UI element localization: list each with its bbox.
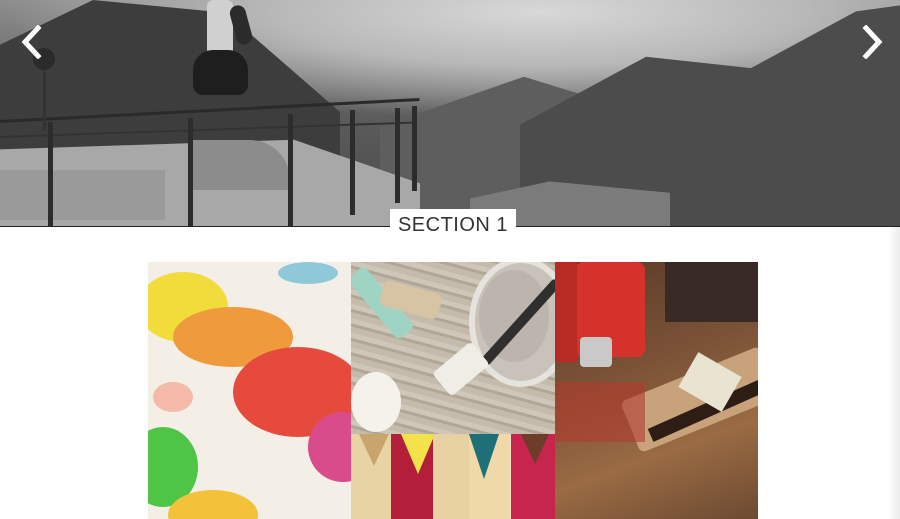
image-gallery: [148, 262, 758, 519]
person-legs: [193, 50, 248, 95]
hero-railing-post: [188, 118, 193, 227]
gallery-tile-watercolor-paints[interactable]: [148, 262, 351, 519]
slider-prev-button[interactable]: [16, 24, 46, 60]
chevron-left-icon: [21, 25, 42, 59]
hero-railing-post: [350, 110, 355, 215]
hero-railing-post: [412, 106, 417, 191]
person-torso: [207, 0, 233, 55]
dark-paint-tube: [665, 262, 758, 322]
page-edge-shadow: [888, 227, 900, 519]
slider-next-button[interactable]: [858, 24, 888, 60]
pencil-wood: [433, 434, 473, 519]
hero-railing-post: [288, 114, 293, 227]
chevron-right-icon: [862, 25, 883, 59]
gallery-tile-oil-paint-tubes-and-brushes[interactable]: [555, 262, 758, 519]
hero-deck-block: [0, 170, 165, 220]
red-tube-left: [555, 262, 577, 362]
hero-lamp-pole: [43, 60, 46, 130]
hero-railing-post: [395, 108, 400, 203]
white-paint-blob: [351, 372, 401, 432]
hero-railing-post: [48, 122, 53, 227]
gallery-tile-paint-brushes-and-can[interactable]: [351, 262, 555, 434]
red-paint-smear: [555, 382, 645, 442]
section-title: SECTION 1: [390, 209, 516, 241]
hero-jumping-person: [185, 0, 255, 100]
tube-cap: [580, 337, 612, 367]
blue-paint-spot: [278, 262, 338, 284]
pink-paint-splash: [153, 382, 193, 412]
gallery-tile-colored-pencils[interactable]: [351, 434, 555, 519]
hero-slider: [0, 0, 900, 227]
